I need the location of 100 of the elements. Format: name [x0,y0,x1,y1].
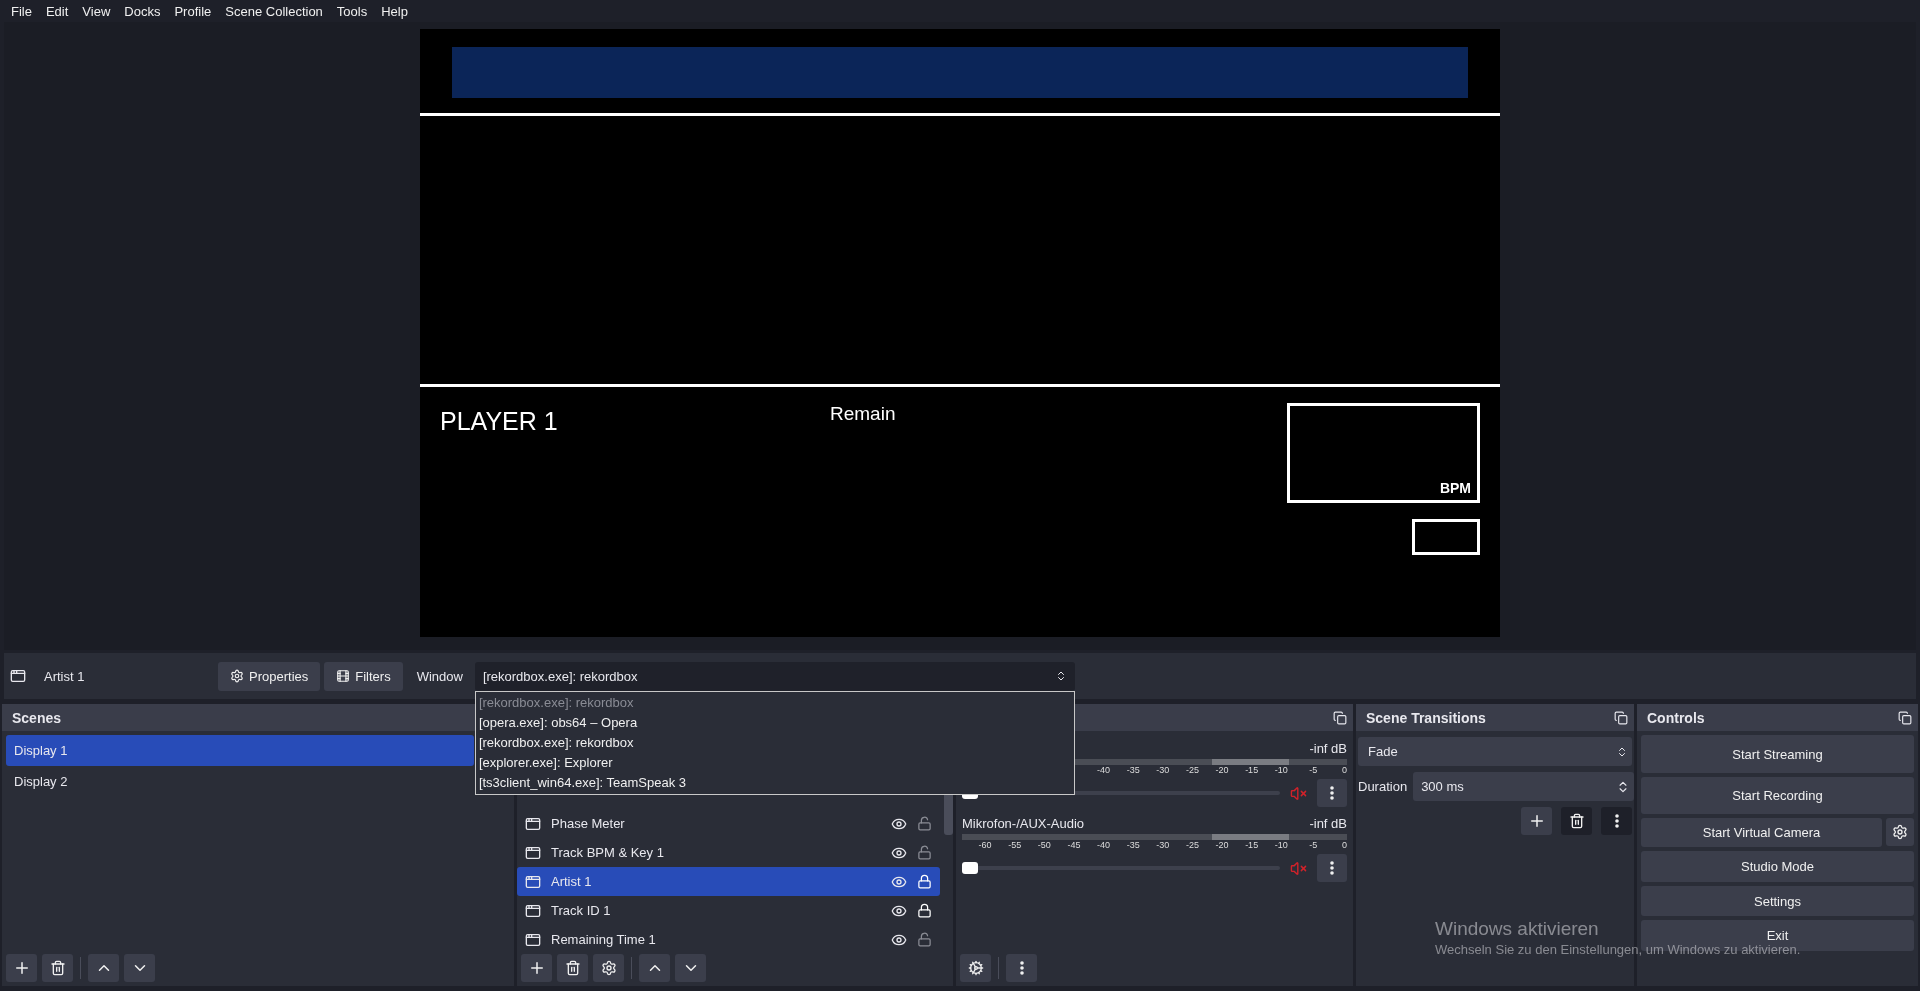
window-source-icon [525,931,541,948]
scene-item[interactable]: Display 1 [6,735,474,766]
trash-icon [1568,813,1585,829]
settings-button[interactable] [593,954,624,982]
source-name: Artist 1 [44,668,86,684]
menu-item[interactable]: Scene Collection [218,3,330,19]
bpm-label: BPM [1439,480,1471,496]
dropdown-option[interactable]: [opera.exe]: obs64 – Opera [475,712,1074,733]
dock-title: Scene Transitions [1366,709,1486,726]
source-item[interactable]: Track BPM & Key 1 [517,838,940,867]
menu-item[interactable]: Tools [329,3,375,19]
volume-reading: -inf dB [1309,815,1347,831]
gear-icon [1892,824,1908,840]
menu-item[interactable]: Help [374,3,415,19]
open-lock-icon[interactable] [917,816,932,831]
meter-tick-label: -60 [977,840,992,852]
menu-item[interactable]: Profile [167,3,219,19]
more-icon [1614,814,1619,828]
duration-label: Duration [1358,779,1408,794]
more-icon [1019,961,1024,975]
meter-tick-label: -10 [1273,765,1288,777]
move-down-button[interactable] [124,954,155,982]
player-label: PLAYER 1 [440,407,558,436]
window-source-icon [525,873,541,890]
more-icon [1330,861,1334,875]
window-select[interactable]: [rekordbox.exe]: rekordbox [474,661,1075,691]
transition-select[interactable]: Fade [1358,737,1632,766]
volume-reading: -inf dB [1309,740,1347,756]
meter-tick-label: -40 [1096,840,1111,852]
control-button[interactable]: Settings [1641,886,1914,916]
control-button[interactable]: Start Virtual Camera [1641,818,1882,847]
source-item[interactable]: Artist 1 [517,867,940,896]
scene-item[interactable]: Display 2 [6,766,474,797]
float-dock-icon[interactable] [1898,710,1912,725]
window-source-icon [525,844,541,861]
channel-name: Mikrofon-/AUX-Audio [962,815,1085,831]
menu-item[interactable]: View [75,3,118,19]
open-lock-icon[interactable] [917,932,932,947]
gear-icon [230,669,244,683]
muted-speaker-icon[interactable] [1290,859,1307,877]
filters-button[interactable]: Filters [324,661,403,691]
add-button[interactable] [6,954,37,982]
meter-tick-label: -25 [1184,765,1199,777]
control-button[interactable]: Start Recording [1641,777,1914,814]
dropdown-option[interactable]: [explorer.exe]: Explorer [475,752,1074,773]
properties-button[interactable]: Properties [218,661,321,691]
source-item[interactable]: Track ID 1 [517,896,940,925]
float-dock-icon[interactable] [1333,710,1347,725]
mixer-settings-button[interactable] [960,954,991,982]
menu-item[interactable]: File [4,3,39,19]
control-button[interactable]: Studio Mode [1641,851,1914,882]
duration-field[interactable]: 300 ms [1413,772,1634,801]
dock-title: Controls [1647,709,1705,726]
menu-button[interactable] [1317,779,1347,807]
meter-tick-label: -45 [1066,840,1081,852]
float-dock-icon[interactable] [1614,710,1628,725]
meter-tick-label: -10 [1273,840,1288,852]
settings-button[interactable] [1886,818,1914,846]
meter-tick-label: -5 [1308,765,1318,777]
trash-icon [49,960,66,976]
source-item[interactable]: Remaining Time 1 [517,925,940,954]
window-source-icon [10,668,26,684]
meter-tick-label: -35 [1125,765,1140,777]
control-button[interactable]: Start Streaming [1641,735,1914,773]
window-label: Window [416,668,463,684]
menu-button[interactable] [1006,954,1037,982]
dropdown-option[interactable]: [rekordbox.exe]: rekordbox [475,732,1074,753]
meter-tick-label: -50 [1036,840,1051,852]
key-frame [1412,519,1480,555]
meter-tick-label: -20 [1214,765,1229,777]
lock-icon[interactable] [917,903,932,918]
trash-icon [564,960,581,976]
gear-icon [600,960,617,976]
lock-icon[interactable] [917,874,932,889]
move-up-button[interactable] [88,954,119,982]
updown-icon [1616,745,1628,758]
add-button[interactable] [521,954,552,982]
meter-tick-label: -35 [1125,840,1140,852]
move-down-button[interactable] [675,954,706,982]
menu-button[interactable] [1317,854,1347,882]
dropdown-option[interactable]: [ts3client_win64.exe]: TeamSpeak 3 [475,772,1074,793]
film-icon [336,669,351,683]
open-lock-icon[interactable] [917,845,932,860]
delete-button[interactable] [557,954,588,982]
meter-tick-label: -40 [1096,765,1111,777]
more-icon [1330,786,1334,800]
source-item[interactable]: Phase Meter [517,809,940,838]
menu-item[interactable]: Edit [38,3,76,19]
menu-button[interactable] [1601,807,1632,835]
meter-tick-label: -15 [1244,765,1259,777]
menu-item[interactable]: Docks [117,3,168,19]
meter-tick-label: -55 [1007,840,1022,852]
delete-button[interactable] [1561,807,1592,835]
meter-tick-label: -15 [1244,840,1259,852]
add-button[interactable] [1521,807,1552,835]
meter-tick-label: 0 [1341,765,1347,777]
delete-button[interactable] [42,954,73,982]
move-up-button[interactable] [639,954,670,982]
remain-label: Remain [830,403,896,425]
muted-speaker-icon[interactable] [1290,784,1307,802]
